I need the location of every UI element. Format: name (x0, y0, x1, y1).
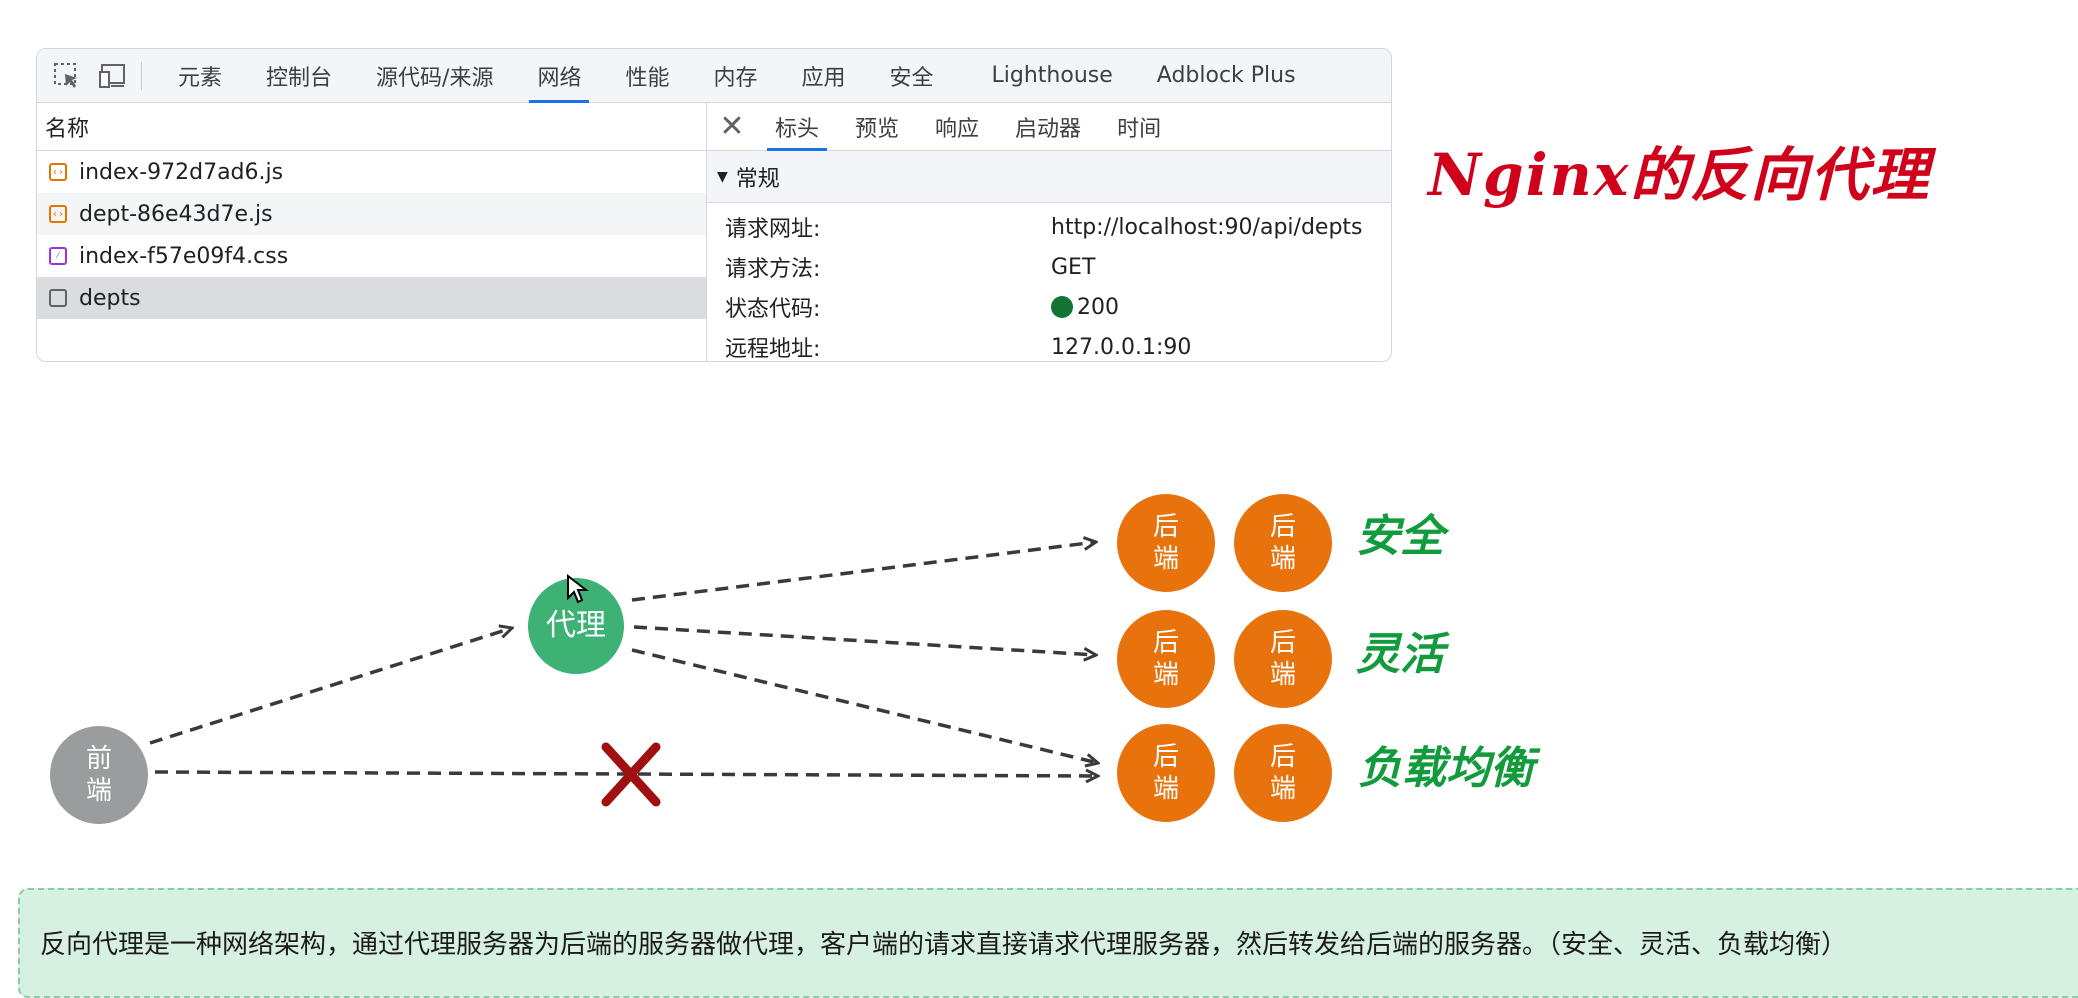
tab-performance[interactable]: 性能 (603, 49, 691, 103)
frontend-node: 前端 (50, 726, 148, 824)
tab-memory[interactable]: 内存 (691, 49, 779, 103)
backend-node: 后端 (1234, 724, 1332, 822)
toolbar-divider (141, 61, 142, 90)
backend-label: 后端 (1152, 511, 1179, 575)
reverse-proxy-diagram: 前端 代理 后端 后端 安全 后端 后端 灵活 后端 后端 负载均衡 (0, 470, 2078, 840)
arrow-proxy-to-backend-1 (631, 542, 1096, 602)
flexibility-label: 灵活 (1356, 629, 1444, 680)
script-file-icon: ‹› (49, 163, 67, 181)
header-row-status: 状态代码: 200 (707, 287, 1391, 327)
header-value: GET (1051, 254, 1096, 280)
request-name: index-f57e09f4.css (79, 243, 289, 269)
load-balancing-label: 负载均衡 (1358, 743, 1534, 794)
general-section-header[interactable]: ▼ 常规 (707, 151, 1391, 203)
backend-label: 后端 (1269, 627, 1296, 691)
header-value: http://localhost:90/api/depts (1051, 214, 1363, 240)
arrow-frontend-to-proxy (149, 628, 512, 745)
backend-node: 后端 (1234, 610, 1332, 708)
tab-console[interactable]: 控制台 (244, 49, 354, 103)
header-key: 远程地址: (725, 337, 821, 362)
tab-headers[interactable]: 标头 (757, 103, 837, 151)
tab-application[interactable]: 应用 (780, 49, 868, 103)
header-value: 200 (1051, 295, 1119, 320)
arrow-proxy-to-backend-3 (631, 648, 1098, 763)
tab-lighthouse[interactable]: Lighthouse (970, 49, 1135, 103)
devtools-panel: 元素 控制台 源代码/来源 网络 性能 内存 应用 安全 Lighthouse … (36, 48, 1392, 362)
section-title: 常规 (735, 166, 780, 192)
device-toolbar-icon[interactable] (97, 60, 129, 92)
header-row-url: 请求网址: http://localhost:90/api/depts (707, 207, 1391, 247)
header-key: 请求网址: (725, 217, 821, 242)
inspect-element-icon[interactable] (51, 60, 83, 92)
request-list: 名称 ‹› index-972d7ad6.js ‹› dept-86e43d7e… (37, 103, 707, 361)
backend-label: 后端 (1152, 627, 1179, 691)
close-icon[interactable]: ✕ (707, 109, 757, 144)
tab-security[interactable]: 安全 (868, 49, 956, 103)
backend-node: 后端 (1117, 610, 1215, 708)
tab-response[interactable]: 响应 (917, 103, 997, 151)
proxy-label: 代理 (546, 608, 606, 644)
backend-node: 后端 (1117, 494, 1215, 592)
stylesheet-file-icon: ⁄ (49, 247, 67, 265)
script-file-icon: ‹› (49, 205, 67, 223)
backend-label: 后端 (1269, 511, 1296, 575)
header-value: 127.0.0.1:90 (1051, 334, 1192, 360)
request-row[interactable]: ‹› index-972d7ad6.js (37, 151, 706, 193)
name-column-header[interactable]: 名称 (37, 103, 706, 151)
collapse-triangle-icon: ▼ (717, 168, 728, 185)
tab-preview[interactable]: 预览 (837, 103, 917, 151)
request-row[interactable]: ⁄ index-f57e09f4.css (37, 235, 706, 277)
tab-sources[interactable]: 源代码/来源 (354, 49, 515, 103)
tab-elements[interactable]: 元素 (156, 49, 244, 103)
slide-title: Nginx的反向代理 (1428, 141, 1931, 209)
tab-initiator[interactable]: 启动器 (997, 103, 1099, 151)
request-row-selected[interactable]: depts (37, 277, 706, 319)
backend-label: 后端 (1269, 741, 1296, 805)
status-code: 200 (1077, 294, 1119, 320)
request-details: ✕ 标头 预览 响应 启动器 时间 ▼ 常规 请求网址: http://loca… (707, 103, 1391, 361)
request-name: depts (79, 285, 141, 311)
request-name: dept-86e43d7e.js (79, 201, 273, 227)
tab-adblock-plus[interactable]: Adblock Plus (1135, 49, 1318, 103)
detail-tabs: ✕ 标头 预览 响应 启动器 时间 (707, 103, 1391, 151)
backend-node: 后端 (1117, 724, 1215, 822)
devtools-toolbar: 元素 控制台 源代码/来源 网络 性能 内存 应用 安全 Lighthouse … (37, 49, 1391, 103)
definition-note: 反向代理是一种网络架构，通过代理服务器为后端的服务器做代理，客户端的请求直接请求… (18, 888, 2078, 998)
tab-timing[interactable]: 时间 (1099, 103, 1179, 151)
backend-label: 后端 (1152, 741, 1179, 805)
frontend-label: 前端 (85, 743, 112, 807)
tab-network[interactable]: 网络 (515, 49, 603, 103)
backend-node: 后端 (1234, 494, 1332, 592)
diagram-connectors (149, 470, 2078, 807)
header-key: 状态代码: (725, 297, 821, 322)
header-row-remote: 远程地址: 127.0.0.1:90 (707, 327, 1391, 362)
fetch-request-icon (49, 289, 67, 307)
header-key: 请求方法: (725, 257, 821, 282)
request-row[interactable]: ‹› dept-86e43d7e.js (37, 193, 706, 235)
security-label: 安全 (1356, 511, 1444, 562)
header-row-method: 请求方法: GET (707, 247, 1391, 287)
mouse-cursor-icon (567, 574, 589, 604)
note-text: 反向代理是一种网络架构，通过代理服务器为后端的服务器做代理，客户端的请求直接请求… (40, 930, 1848, 960)
arrow-proxy-to-backend-2 (633, 625, 1096, 655)
status-ok-icon (1051, 296, 1073, 318)
request-name: index-972d7ad6.js (79, 159, 284, 185)
